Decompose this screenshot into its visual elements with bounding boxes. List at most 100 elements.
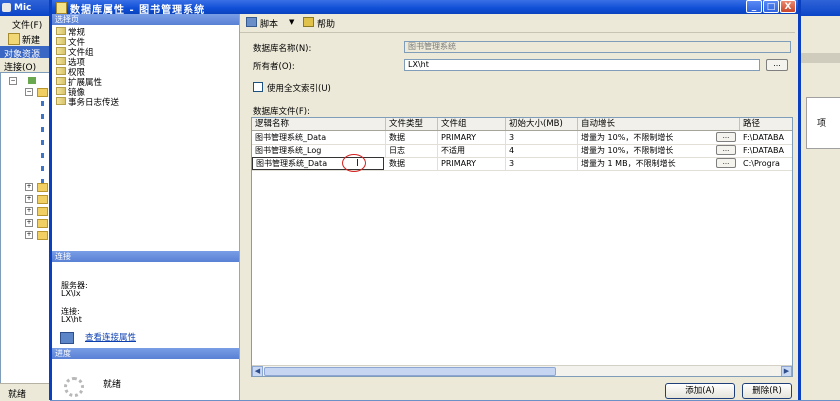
fulltext-label: 使用全文索引(U) <box>267 84 331 94</box>
cell-filegroup[interactable]: PRIMARY <box>438 157 506 170</box>
page-icon <box>56 57 66 65</box>
background-status-bar: 就绪 <box>0 383 50 401</box>
folder-icon <box>37 88 48 97</box>
background-title: Mic <box>14 3 32 13</box>
script-icon <box>246 17 257 27</box>
cell-initial-size[interactable]: 4 <box>506 144 578 157</box>
database-name-field: 图书管理系统 <box>404 41 791 53</box>
connection-header-text: 连接 <box>55 252 71 261</box>
column-filegroup[interactable]: 文件组 <box>438 118 506 130</box>
menu-file-label: 文件(F) <box>12 21 43 31</box>
help-icon <box>303 17 314 27</box>
right-tab-label: 项 <box>817 119 827 129</box>
database-icon <box>41 127 44 132</box>
autogrowth-edit-button[interactable]: ... <box>716 145 736 155</box>
chevron-down-icon[interactable]: ▼ <box>289 18 294 26</box>
database-properties-dialog: 数据库属性 - 图书管理系统 _ □ X 选择页 常规 文件 文件组 选项 权限… <box>49 0 801 400</box>
horizontal-scrollbar[interactable]: ◀ ▶ <box>252 365 792 376</box>
files-page-form: 数据库名称(N): 图书管理系统 所有者(O): LX\ht ... 使用全文索… <box>240 33 795 400</box>
database-files-grid[interactable]: 逻辑名称 文件类型 文件组 初始大小(MB) 自动增长 路径 图书管理系统_Da… <box>251 117 793 377</box>
select-page-pane: 选择页 常规 文件 文件组 选项 权限 扩展属性 镜像 事务日志传送 连接 服务… <box>52 14 240 400</box>
table-row[interactable]: 图书管理系统_Data I 数据 PRIMARY 3 增量为 1 MB，不限制增… <box>252 154 792 172</box>
fulltext-checkbox[interactable] <box>253 82 263 92</box>
tree-expander[interactable]: − <box>9 77 17 85</box>
cell-logical-name[interactable]: 图书管理系统_Log <box>252 144 386 157</box>
background-toolbar-strip <box>800 53 840 63</box>
new-query-icon <box>8 33 20 45</box>
column-initial-size[interactable]: 初始大小(MB) <box>506 118 578 130</box>
server-icon <box>28 77 36 84</box>
progress-spinner-icon <box>64 377 84 397</box>
logical-name-edit-field[interactable]: 图书管理系统_Data I <box>252 154 384 172</box>
owner-browse-button[interactable]: ... <box>766 59 788 71</box>
cell-path[interactable]: F:\DATABA <box>740 144 792 157</box>
app-icon <box>2 3 11 12</box>
close-button[interactable]: X <box>780 0 796 13</box>
scroll-left-icon[interactable]: ◀ <box>252 366 263 376</box>
connection-properties-icon <box>60 332 74 344</box>
page-icon <box>56 27 66 35</box>
page-icon <box>56 67 66 75</box>
connection-value: LX\ht <box>61 315 82 324</box>
cell-logical-name[interactable]: 图书管理系统_Data <box>253 158 356 169</box>
database-icon <box>56 2 67 14</box>
database-name-label: 数据库名称(N): <box>253 44 312 54</box>
database-icon <box>41 166 44 171</box>
column-logical-name[interactable]: 逻辑名称 <box>252 118 386 130</box>
view-connection-properties-link[interactable]: 查看连接属性 <box>85 331 136 343</box>
background-right-tab[interactable]: 项 <box>806 97 840 149</box>
connection-section: 服务器: LX\lx 连接: LX\ht 查看连接属性 <box>52 276 239 356</box>
background-status-text: 就绪 <box>8 390 27 400</box>
autogrowth-edit-button[interactable]: ... <box>716 132 736 142</box>
add-button[interactable]: 添加(A) <box>665 383 735 399</box>
progress-header-text: 进度 <box>55 349 71 358</box>
autogrowth-edit-button[interactable]: ... <box>716 158 736 168</box>
folder-icon <box>37 231 48 240</box>
page-item-label: 事务日志传送 <box>68 98 120 108</box>
tree-expander[interactable]: + <box>25 219 33 227</box>
select-page-header: 选择页 <box>52 14 239 25</box>
page-icon <box>56 47 66 55</box>
script-button[interactable]: 脚本 <box>260 17 278 30</box>
cell-file-type[interactable]: 数据 <box>386 157 438 170</box>
folder-icon <box>37 183 48 192</box>
dialog-title-bar[interactable]: 数据库属性 - 图书管理系统 _ □ X <box>52 0 798 16</box>
tree-expander[interactable]: − <box>25 88 33 96</box>
page-icon <box>56 37 66 45</box>
cell-initial-size[interactable]: 3 <box>506 131 578 144</box>
tree-expander[interactable]: + <box>25 231 33 239</box>
tree-expander[interactable]: + <box>25 195 33 203</box>
cell-path[interactable]: F:\DATABA <box>740 131 792 144</box>
remove-button[interactable]: 删除(R) <box>742 383 792 399</box>
tree-expander[interactable]: + <box>25 207 33 215</box>
owner-field[interactable]: LX\ht <box>404 59 760 71</box>
maximize-button[interactable]: □ <box>763 0 779 13</box>
connect-button[interactable]: 连接(O) <box>0 59 50 73</box>
background-new-button[interactable]: 新建 <box>0 31 50 46</box>
cell-filegroup[interactable]: PRIMARY <box>438 131 506 144</box>
table-row[interactable]: 图书管理系统_Data 数据 PRIMARY 3 增量为 10%，不限制增长 .… <box>252 131 792 145</box>
cell-initial-size[interactable]: 3 <box>506 157 578 170</box>
column-autogrowth[interactable]: 自动增长 <box>578 118 740 130</box>
cell-path[interactable]: C:\Progra <box>740 157 792 170</box>
database-files-label: 数据库文件(F): <box>253 107 310 117</box>
connection-header: 连接 <box>52 251 239 262</box>
minimize-button[interactable]: _ <box>746 0 762 13</box>
cell-logical-name[interactable]: 图书管理系统_Data <box>252 131 386 144</box>
highlight-circle <box>342 154 366 172</box>
cell-filegroup: 不适用 <box>438 144 506 157</box>
help-button[interactable]: 帮助 <box>317 17 335 30</box>
page-icon <box>56 97 66 105</box>
select-page-header-text: 选择页 <box>55 15 79 24</box>
scroll-thumb[interactable] <box>264 367 556 376</box>
background-menu-file[interactable]: 文件(F) <box>0 17 50 31</box>
scroll-right-icon[interactable]: ▶ <box>781 366 792 376</box>
progress-status: 就绪 <box>103 380 122 390</box>
page-icon <box>56 87 66 95</box>
table-row[interactable]: 图书管理系统_Log 日志 不适用 4 增量为 10%，不限制增长 ... F:… <box>252 144 792 158</box>
object-explorer-title: 对象资源 <box>0 46 50 60</box>
tree-expander[interactable]: + <box>25 183 33 191</box>
object-explorer-tree[interactable]: − − + + + + + <box>0 72 52 384</box>
column-path[interactable]: 路径 <box>740 118 792 130</box>
column-file-type[interactable]: 文件类型 <box>386 118 438 130</box>
